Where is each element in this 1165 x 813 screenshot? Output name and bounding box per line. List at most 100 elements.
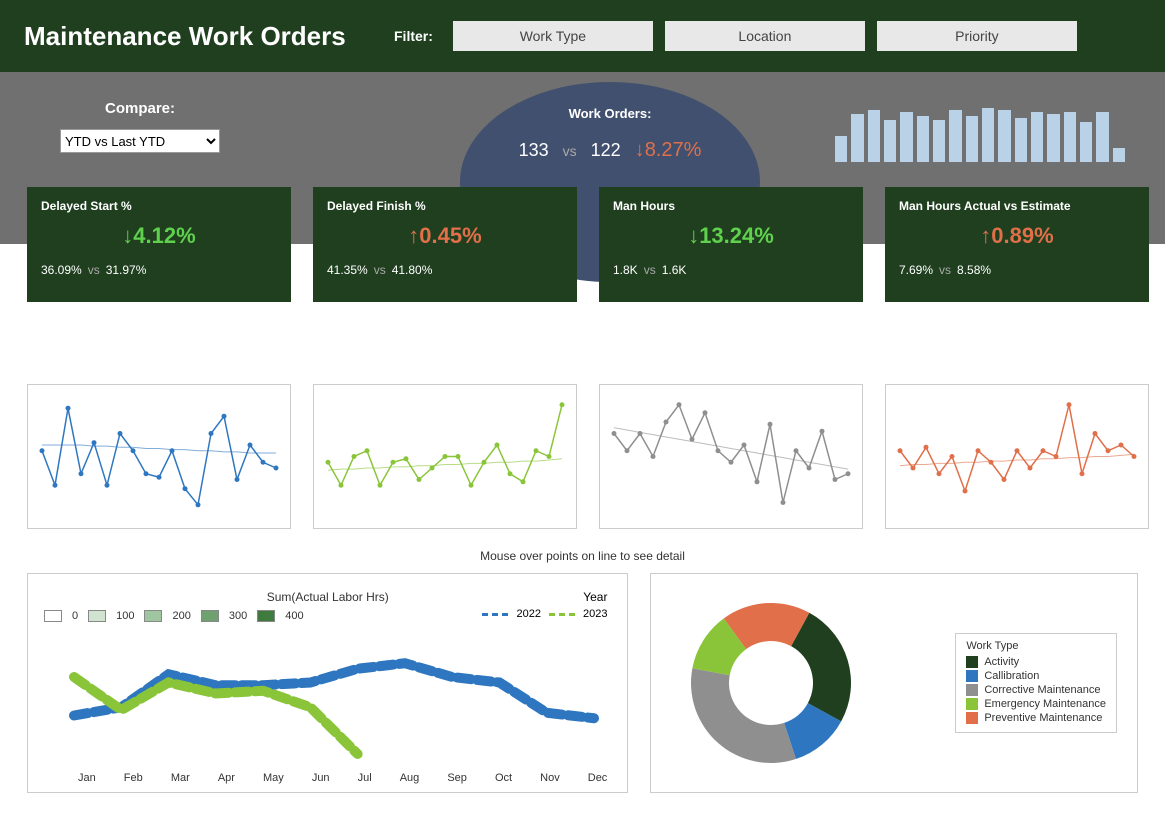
kpi-delta: ↓4.12% bbox=[41, 223, 277, 249]
mini-bar bbox=[1047, 114, 1059, 162]
mini-bar bbox=[1113, 148, 1125, 162]
month-label: Aug bbox=[400, 772, 420, 784]
year-2023-label: 2023 bbox=[583, 608, 607, 620]
size-swatch bbox=[201, 610, 219, 622]
legend-label: Preventive Maintenance bbox=[984, 712, 1102, 724]
donut-legend: Work Type Activity Callibration Corrective… bbox=[955, 633, 1117, 733]
compare-select[interactable]: YTD vs Last YTD bbox=[60, 129, 220, 153]
month-label: May bbox=[263, 772, 284, 784]
sparkline-row bbox=[27, 384, 1138, 529]
kpi-delta: ↓13.24% bbox=[613, 223, 849, 249]
spark-delayed-start[interactable] bbox=[27, 384, 291, 529]
legend-label: Callibration bbox=[984, 670, 1039, 682]
kpi-delta: ↑0.89% bbox=[899, 223, 1135, 249]
work-type-donut-panel[interactable]: Work Type Activity Callibration Corrective… bbox=[650, 573, 1138, 793]
mini-bar bbox=[966, 116, 978, 162]
mini-bar bbox=[917, 116, 929, 162]
size-bin-label: 300 bbox=[229, 610, 247, 622]
labor-x-axis: JanFebMarAprMayJunJulAugSepOctNovDec bbox=[78, 772, 607, 784]
hover-hint: Mouse over points on line to see detail bbox=[0, 549, 1165, 563]
legend-swatch bbox=[966, 684, 978, 696]
donut-legend-title: Work Type bbox=[966, 640, 1106, 652]
month-label: Jan bbox=[78, 772, 96, 784]
mini-bar bbox=[1064, 112, 1076, 162]
donut-legend-item: Callibration bbox=[966, 670, 1106, 682]
page-title: Maintenance Work Orders bbox=[24, 21, 394, 52]
work-orders-title: Work Orders: bbox=[519, 106, 702, 121]
size-bin-label: 400 bbox=[285, 610, 303, 622]
legend-swatch bbox=[966, 670, 978, 682]
summary-band: Compare: YTD vs Last YTD Work Orders: 13… bbox=[0, 72, 1165, 244]
kpi-card: Delayed Start % ↓4.12% 36.09%vs31.97% bbox=[27, 187, 291, 302]
mini-bar bbox=[1015, 118, 1027, 162]
spark-man-hours[interactable] bbox=[599, 384, 863, 529]
labor-hours-panel[interactable]: Sum(Actual Labor Hrs) 0100200300400 Year… bbox=[27, 573, 628, 793]
kpi-delta: ↑0.45% bbox=[327, 223, 563, 249]
filter-work-type-button[interactable]: Work Type bbox=[453, 21, 653, 51]
size-swatch bbox=[144, 610, 162, 622]
kpi-title: Man Hours bbox=[613, 199, 849, 213]
work-orders-sparkbars bbox=[835, 102, 1125, 162]
work-orders-prior: 122 bbox=[591, 140, 621, 161]
size-swatch bbox=[44, 610, 62, 622]
mini-bar bbox=[884, 120, 896, 162]
year-2022-label: 2022 bbox=[516, 608, 540, 620]
legend-label: Corrective Maintenance bbox=[984, 684, 1100, 696]
filter-priority-button[interactable]: Priority bbox=[877, 21, 1077, 51]
month-label: Feb bbox=[124, 772, 143, 784]
mini-bar bbox=[949, 110, 961, 162]
size-bin-label: 0 bbox=[72, 610, 78, 622]
legend-swatch bbox=[966, 712, 978, 724]
filter-buttons: Work Type Location Priority bbox=[453, 21, 1077, 51]
month-label: Nov bbox=[540, 772, 560, 784]
kpi-card: Delayed Finish % ↑0.45% 41.35%vs41.80% bbox=[313, 187, 577, 302]
kpi-cards: Delayed Start % ↓4.12% 36.09%vs31.97%Del… bbox=[27, 187, 1149, 302]
size-bin-label: 200 bbox=[172, 610, 190, 622]
work-orders-current: 133 bbox=[519, 140, 549, 161]
compare-label: Compare: bbox=[30, 100, 250, 117]
mini-bar bbox=[1096, 112, 1108, 162]
month-label: Apr bbox=[218, 772, 235, 784]
year-legend-title: Year bbox=[482, 590, 607, 604]
kpi-compare: 41.35%vs41.80% bbox=[327, 263, 563, 277]
mini-bar bbox=[982, 108, 994, 162]
donut-legend-item: Preventive Maintenance bbox=[966, 712, 1106, 724]
kpi-title: Delayed Start % bbox=[41, 199, 277, 213]
donut-legend-item: Emergency Maintenance bbox=[966, 698, 1106, 710]
size-swatch bbox=[257, 610, 275, 622]
work-orders-delta: ↓8.27% bbox=[635, 139, 702, 162]
spark-delayed-finish[interactable] bbox=[313, 384, 577, 529]
mini-bar bbox=[900, 112, 912, 162]
size-swatch bbox=[88, 610, 106, 622]
spark-actual-vs-estimate[interactable] bbox=[885, 384, 1149, 529]
bottom-panels: Sum(Actual Labor Hrs) 0100200300400 Year… bbox=[27, 573, 1138, 793]
legend-swatch bbox=[966, 698, 978, 710]
legend-label: Activity bbox=[984, 656, 1019, 668]
size-bin-label: 100 bbox=[116, 610, 134, 622]
mini-bar bbox=[998, 110, 1010, 162]
mini-bar bbox=[1080, 122, 1092, 162]
month-label: Dec bbox=[588, 772, 608, 784]
filter-location-button[interactable]: Location bbox=[665, 21, 865, 51]
filter-label: Filter: bbox=[394, 28, 433, 44]
kpi-card: Man Hours ↓13.24% 1.8Kvs1.6K bbox=[599, 187, 863, 302]
work-orders-vs: vs bbox=[563, 143, 577, 159]
mini-bar bbox=[868, 110, 880, 162]
kpi-card: Man Hours Actual vs Estimate ↑0.89% 7.69… bbox=[885, 187, 1149, 302]
legend-label: Emergency Maintenance bbox=[984, 698, 1106, 710]
donut-legend-item: Corrective Maintenance bbox=[966, 684, 1106, 696]
month-label: Jun bbox=[312, 772, 330, 784]
month-label: Mar bbox=[171, 772, 190, 784]
mini-bar bbox=[835, 136, 847, 162]
kpi-compare: 36.09%vs31.97% bbox=[41, 263, 277, 277]
mini-bar bbox=[933, 120, 945, 162]
mini-bar bbox=[851, 114, 863, 162]
kpi-title: Man Hours Actual vs Estimate bbox=[899, 199, 1135, 213]
month-label: Jul bbox=[358, 772, 372, 784]
kpi-compare: 7.69%vs8.58% bbox=[899, 263, 1135, 277]
legend-swatch bbox=[966, 656, 978, 668]
kpi-compare: 1.8Kvs1.6K bbox=[613, 263, 849, 277]
month-label: Sep bbox=[447, 772, 467, 784]
donut-legend-item: Activity bbox=[966, 656, 1106, 668]
kpi-title: Delayed Finish % bbox=[327, 199, 563, 213]
